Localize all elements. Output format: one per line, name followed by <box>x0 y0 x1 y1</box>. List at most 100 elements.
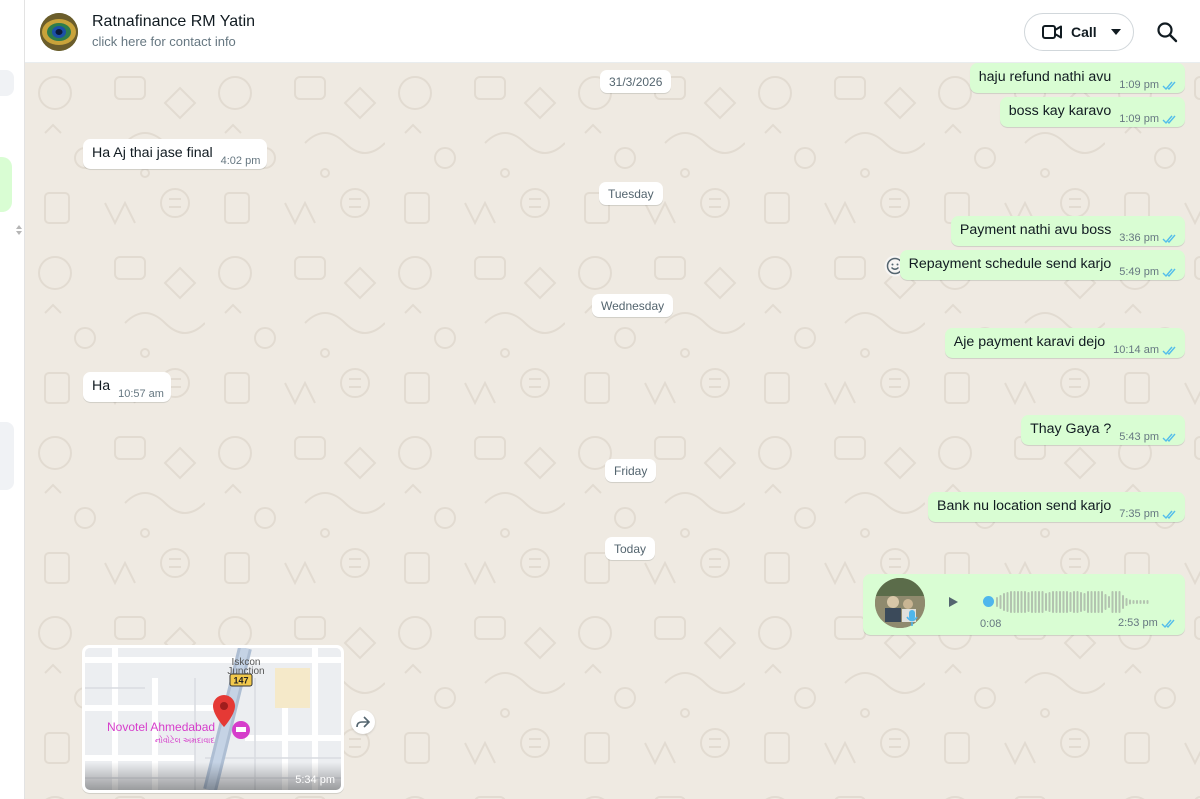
waveform-bar <box>1087 591 1089 613</box>
double-check-read-icon <box>1162 510 1176 519</box>
message-time: 5:43 pm <box>1119 431 1159 443</box>
waveform-bar <box>1115 591 1117 613</box>
message-time: 10:14 am <box>1113 344 1159 356</box>
message-meta: 5:43 pm <box>1119 431 1178 443</box>
message-text: Aje payment karavi dejo <box>953 334 1106 350</box>
waveform-bar <box>1031 591 1033 613</box>
forward-button[interactable] <box>351 710 375 734</box>
contact-info-hint[interactable]: click here for contact info <box>92 34 236 49</box>
double-check-read-icon <box>1162 433 1176 442</box>
waveform-bar <box>1129 599 1131 605</box>
waveform-bar <box>1146 600 1149 604</box>
waveform-bar <box>1118 591 1121 613</box>
chevron-down-icon <box>1110 29 1121 35</box>
double-check-read-icon <box>1162 81 1176 90</box>
date-divider: Tuesday <box>599 182 663 205</box>
message-bubble-outgoing[interactable]: Repayment schedule send karjo 5:49 pm <box>899 250 1185 280</box>
double-check-read-icon <box>1162 234 1176 243</box>
waveform-bar <box>1136 600 1138 604</box>
location-message-bubble[interactable]: 147 Iskcon Junction Novotel Ahmedabad નો… <box>82 645 344 793</box>
voice-duration: 0:08 <box>980 618 1002 630</box>
playback-position-dot[interactable] <box>983 596 994 607</box>
waveform-bar <box>1108 596 1110 608</box>
message-text: Ha Aj thai jase final <box>92 145 213 161</box>
sidebar-edge <box>0 0 25 799</box>
waveform-bar <box>1143 600 1145 604</box>
waveform-bar <box>996 597 998 607</box>
waveform-bar <box>1083 593 1086 611</box>
message-meta: 4:02 pm <box>221 155 261 167</box>
message-text: Bank nu location send karjo <box>936 498 1112 514</box>
message-text: boss kay karavo <box>1008 103 1112 119</box>
waveform-bar <box>1052 591 1054 613</box>
message-time: 5:49 pm <box>1119 266 1159 278</box>
message-meta: 2:53 pm <box>1118 617 1177 629</box>
sidebar-scroll-indicator[interactable] <box>16 225 22 243</box>
waveform-bar <box>1104 594 1107 610</box>
chat-header: Ratnafinance RM Yatin click here for con… <box>25 0 1200 63</box>
date-divider: Friday <box>605 459 657 482</box>
location-map-preview[interactable]: 147 Iskcon Junction Novotel Ahmedabad નો… <box>85 648 341 790</box>
message-text: haju refund nathi avu <box>978 69 1112 85</box>
waveform-bar <box>1048 592 1051 612</box>
waveform-bar <box>1080 592 1082 612</box>
contact-name[interactable]: Ratnafinance RM Yatin <box>92 13 255 31</box>
waveform-bar <box>1038 591 1040 613</box>
waveform-bar <box>1101 591 1103 613</box>
waveform-bar <box>1125 598 1128 606</box>
message-bubble-incoming[interactable]: Ha Aj thai jase final 4:02 pm <box>83 139 268 169</box>
search-icon[interactable] <box>1155 20 1179 44</box>
message-time: 1:09 pm <box>1119 113 1159 125</box>
audio-waveform[interactable] <box>996 587 1166 617</box>
message-time: 4:02 pm <box>220 155 261 167</box>
message-time: 7:35 pm <box>1119 508 1159 520</box>
road-number: 147 <box>233 676 248 686</box>
sidebar-active-chat-stub[interactable] <box>0 157 12 212</box>
double-check-read-icon <box>1162 346 1176 355</box>
chat-panel[interactable]: 31/3/2026 Tuesday Wednesday Friday Today… <box>25 63 1200 799</box>
waveform-bar <box>1139 600 1142 604</box>
message-time: 5:34 pm <box>295 774 335 786</box>
waveform-bar <box>1041 591 1044 613</box>
message-meta: 1:09 pm <box>1119 79 1178 91</box>
message-meta: 5:49 pm <box>1119 266 1178 278</box>
microphone-icon <box>906 610 918 626</box>
message-bubble-outgoing[interactable]: Payment nathi avu boss 3:36 pm <box>950 216 1185 246</box>
place-name: Novotel Ahmedabad <box>107 720 215 734</box>
message-bubble-incoming[interactable]: Ha 10:57 am <box>83 372 171 402</box>
message-bubble-outgoing[interactable]: haju refund nathi avu 1:09 pm <box>969 63 1185 93</box>
message-text: Repayment schedule send karjo <box>908 256 1112 272</box>
message-bubble-outgoing[interactable]: boss kay karavo 1:09 pm <box>999 97 1185 127</box>
junction-label: Junction <box>227 666 264 677</box>
waveform-bar <box>1010 591 1012 613</box>
waveform-bar <box>999 595 1002 609</box>
play-icon[interactable] <box>946 594 960 610</box>
message-bubble-outgoing[interactable]: Bank nu location send karjo 7:35 pm <box>927 492 1185 522</box>
message-bubble-outgoing[interactable]: Thay Gaya ? 5:43 pm <box>1021 415 1185 445</box>
place-name-local: નોવોટેલ અમદાવાદ <box>155 735 215 745</box>
waveform-bar <box>1076 591 1079 613</box>
waveform-bar <box>1090 591 1093 613</box>
message-text: Ha <box>92 378 111 394</box>
message-text: Thay Gaya ? <box>1030 421 1112 437</box>
message-meta: 7:35 pm <box>1119 508 1178 520</box>
sidebar-chat-stub[interactable] <box>0 70 14 96</box>
waveform-bar <box>1073 591 1075 613</box>
date-divider: 31/3/2026 <box>600 70 672 93</box>
waveform-bar <box>1003 593 1005 611</box>
message-bubble-outgoing[interactable]: Aje payment karavi dejo 10:14 am <box>944 328 1185 358</box>
waveform-bar <box>1024 591 1026 613</box>
call-button[interactable]: Call <box>1024 13 1134 51</box>
date-divider: Wednesday <box>592 294 674 317</box>
sidebar-chat-stub[interactable] <box>0 422 14 490</box>
message-meta: 3:36 pm <box>1119 232 1178 244</box>
avatar[interactable] <box>40 13 78 51</box>
call-label: Call <box>1071 24 1097 40</box>
waveform-bar <box>1034 591 1037 613</box>
voice-message-bubble[interactable]: 0:08 2:53 pm <box>863 574 1185 635</box>
waveform-bar <box>1013 591 1016 613</box>
waveform-bar <box>1055 591 1058 613</box>
waveform-bar <box>1122 595 1124 609</box>
message-time: 2:53 pm <box>1118 617 1158 629</box>
video-call-icon <box>1042 25 1062 39</box>
